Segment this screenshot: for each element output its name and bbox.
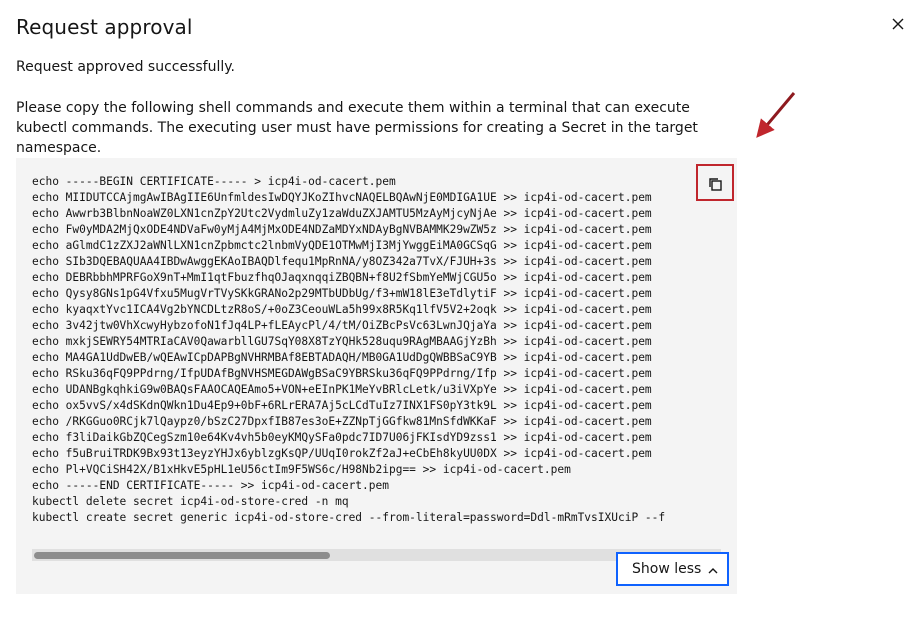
code-line: kubectl create secret generic icp4i-od-s… xyxy=(32,511,666,524)
show-less-button[interactable]: Show less xyxy=(616,552,729,586)
copy-icon xyxy=(709,178,722,191)
code-line: echo Awwrb3BlbnNoaWZ0LXN1cnZpY2Utc2Vydml… xyxy=(32,207,652,220)
code-line: echo -----BEGIN CERTIFICATE----- > icp4i… xyxy=(32,175,396,188)
code-line: echo -----END CERTIFICATE----- >> icp4i-… xyxy=(32,479,389,492)
request-approval-dialog: Request approval Request approved succes… xyxy=(0,0,916,617)
code-line: echo DEBRbbhMPRFGoX9nT+MmI1qtFbuzfhqOJaq… xyxy=(32,271,652,284)
code-line: echo f3liDaikGbZQCegSzm10e64Kv4vh5b0eyKM… xyxy=(32,431,652,444)
instructions-text: Please copy the following shell commands… xyxy=(16,100,698,156)
code-lines: echo -----BEGIN CERTIFICATE----- > icp4i… xyxy=(32,174,665,526)
scrollbar-thumb[interactable] xyxy=(34,552,330,559)
annotation-arrow xyxy=(756,92,796,138)
code-line: echo UDANBgkqhkiG9w0BAQsFAAOCAQEAmo5+VON… xyxy=(32,383,652,396)
code-line: echo SIb3DQEBAQUAA4IBDwAwggEKAoIBAQDlfeq… xyxy=(32,255,652,268)
success-message: Request approved successfully. xyxy=(16,59,236,75)
code-line: echo mxkjSEWRY54MTRIaCAV0QawarbllGU7SqY0… xyxy=(32,335,652,348)
code-line: echo Qysy8GNs1pG4Vfxu5MugVrTVySKkGRANo2p… xyxy=(32,287,652,300)
code-line: echo f5uBruiTRDK9Bx93t13eyzYHJx6yblzgKsQ… xyxy=(32,447,652,460)
code-line: echo 3v42jtw0VhXcwyHybzofoN1fJq4LP+fLEAy… xyxy=(32,319,652,332)
code-line: echo MIIDUTCCAjmgAwIBAgIIE6UnfmldesIwDQY… xyxy=(32,191,652,204)
close-icon[interactable] xyxy=(886,12,910,36)
dialog-title: Request approval xyxy=(16,15,193,39)
code-line: echo Fw0yMDA2MjQxODE4NDVaFw0yMjA4MjMxODE… xyxy=(32,223,652,236)
copy-button[interactable] xyxy=(696,164,734,201)
code-line: echo aGlmdC1zZXJ2aWNlLXN1cnZpbmctc2lnbmV… xyxy=(32,239,652,252)
close-button[interactable] xyxy=(886,12,910,36)
code-line: kubectl delete secret icp4i-od-store-cre… xyxy=(32,495,349,508)
code-line: echo ox5vvS/x4dSKdnQWkn1Du4Ep9+0bF+6RLrE… xyxy=(32,399,652,412)
code-line: echo kyaqxtYvc1ICA4Vg2bYNCDLtzR8oS/+0oZ3… xyxy=(32,303,652,316)
code-line: echo MA4GA1UdDwEB/wQEAwICpDAPBgNVHRMBAf8… xyxy=(32,351,652,364)
code-line: echo Pl+VQCiSH42X/B1xHkvE5pHL1eU56ctIm9F… xyxy=(32,463,571,476)
code-snippet: echo -----BEGIN CERTIFICATE----- > icp4i… xyxy=(16,158,737,594)
show-less-label: Show less xyxy=(632,561,702,577)
code-scroll-area[interactable]: echo -----BEGIN CERTIFICATE----- > icp4i… xyxy=(16,158,721,543)
chevron-up-icon xyxy=(708,568,718,574)
code-line: echo /RKGGuo0RCjk7lQaypz0/bSzC27DpxfIB87… xyxy=(32,415,652,428)
code-line: echo RSku36qFQ9PPdrng/IfpUDAfBgNVHSMEGDA… xyxy=(32,367,652,380)
